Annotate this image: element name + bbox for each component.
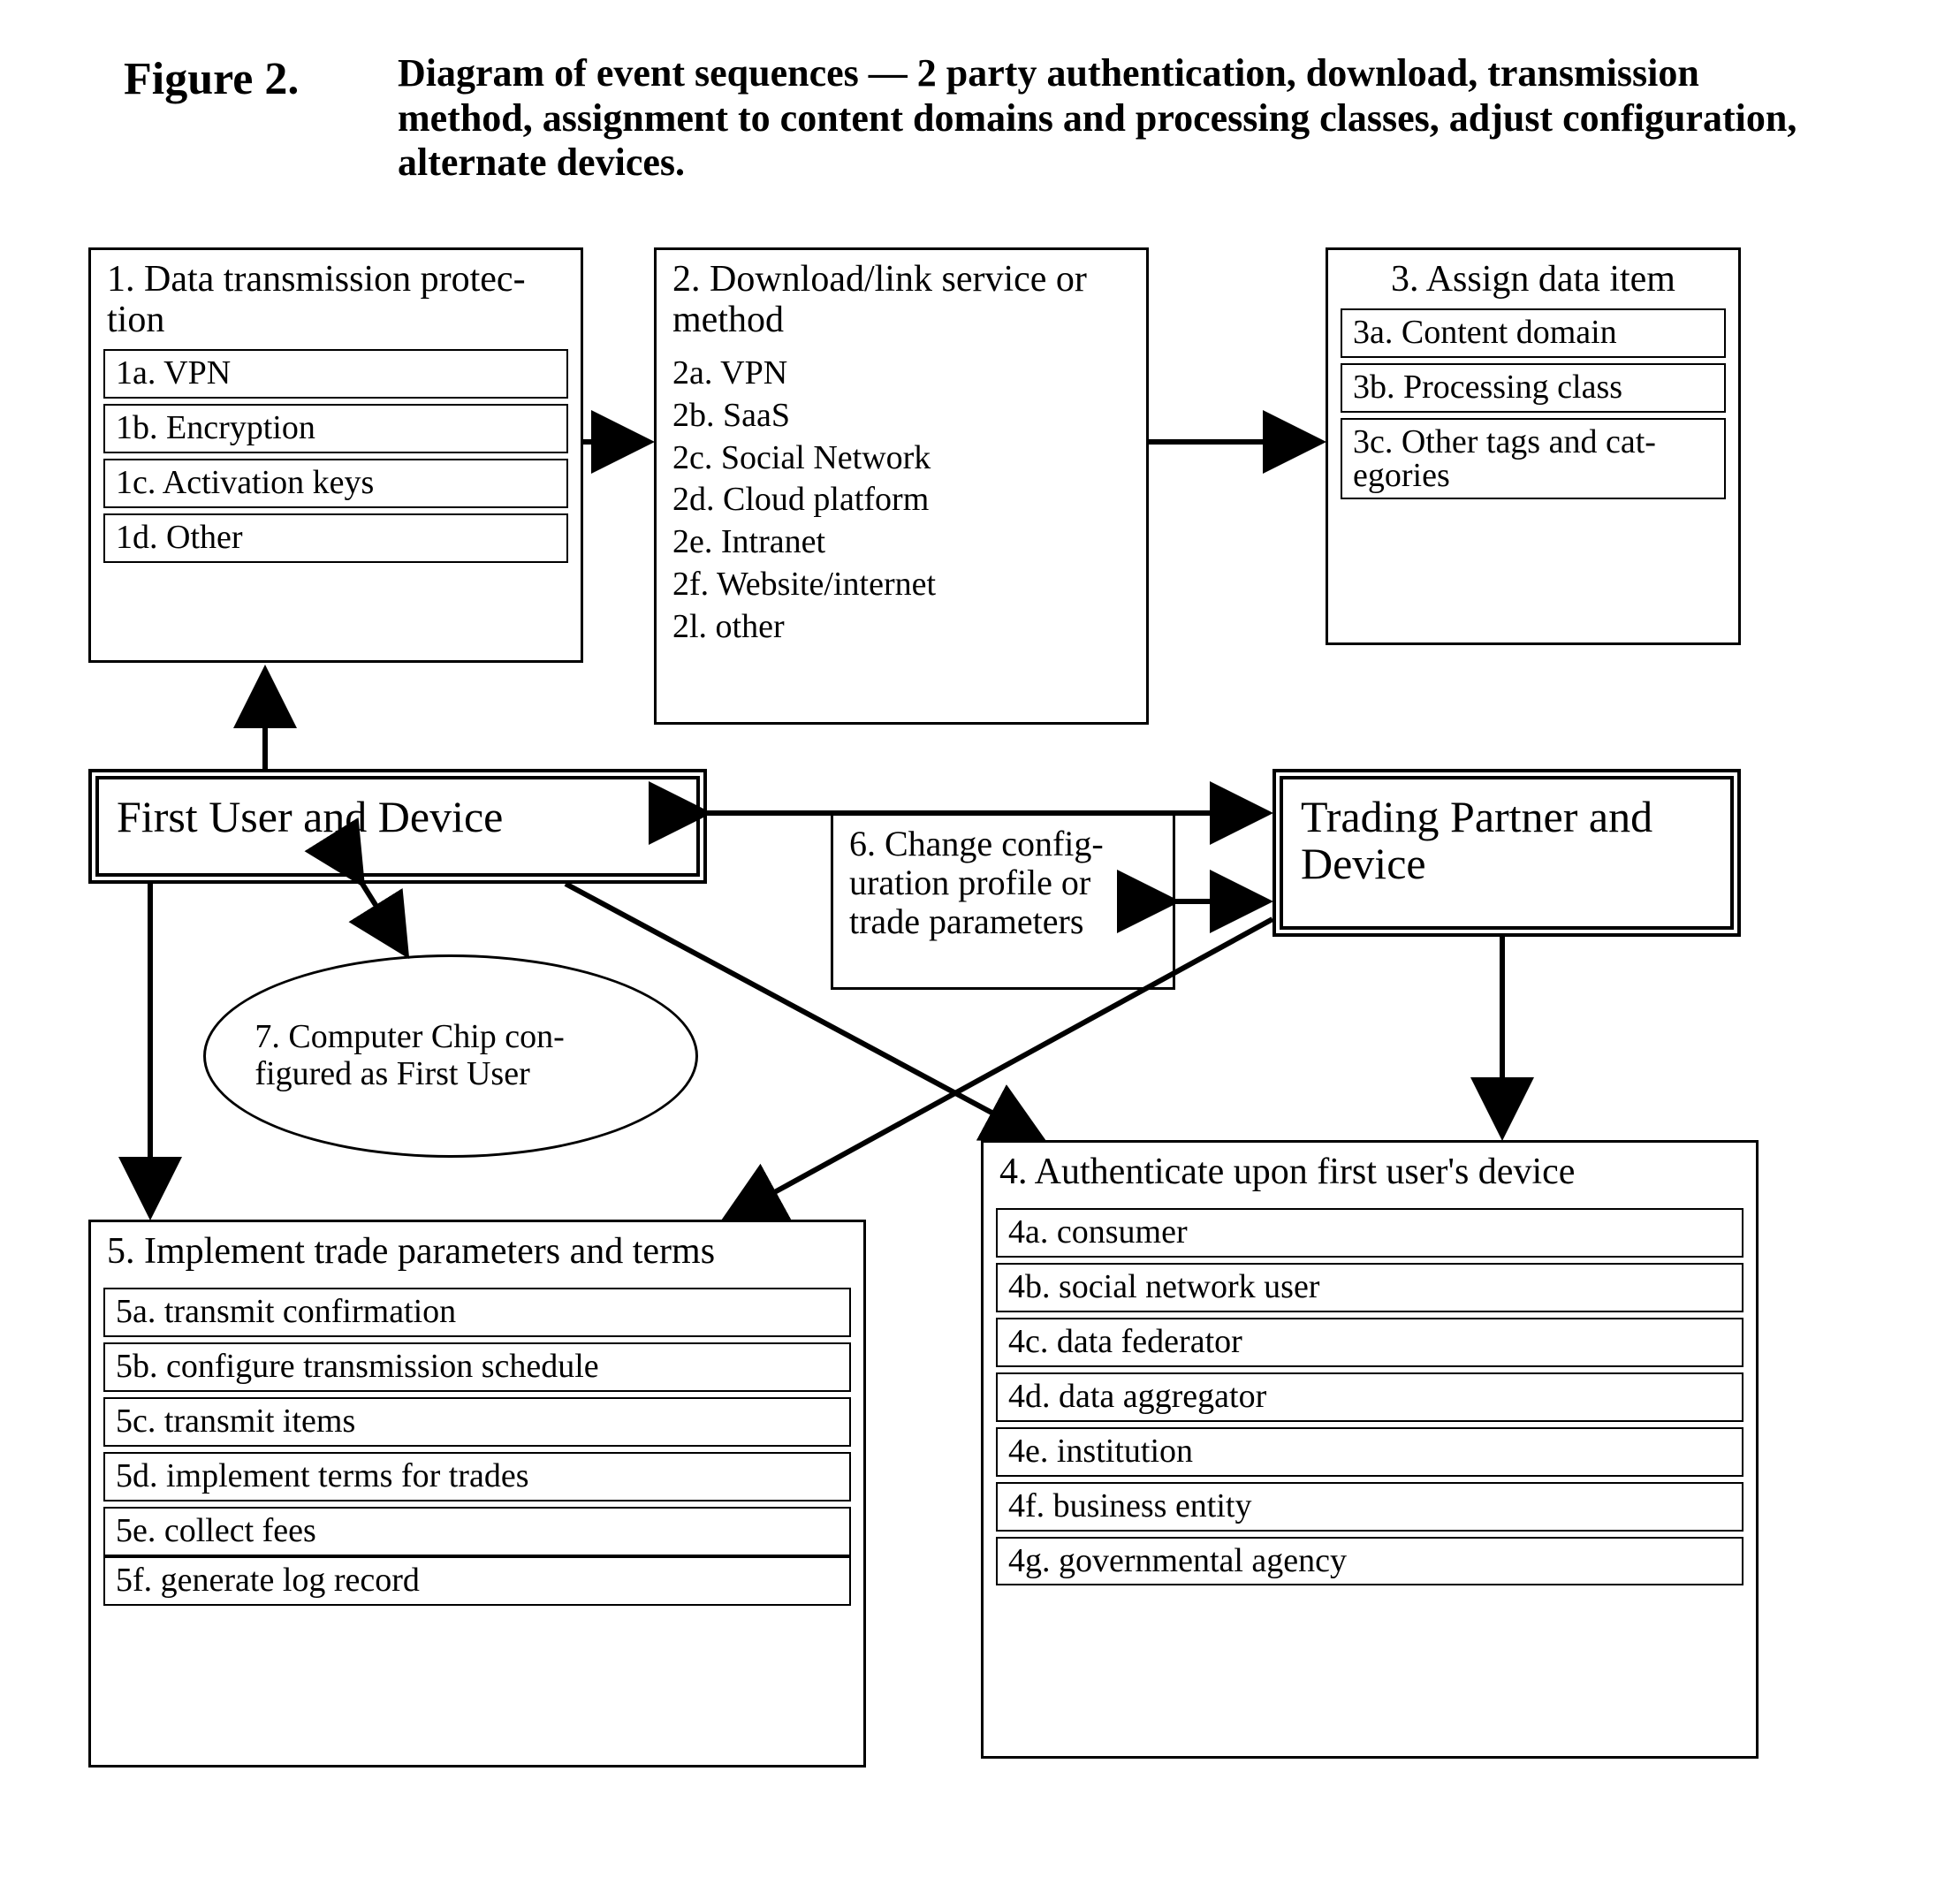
box-4f: 4f. business entity bbox=[996, 1482, 1743, 1532]
box-5: 5. Implement trade parameters and terms … bbox=[88, 1220, 866, 1768]
box-3-title: 3. Assign data item bbox=[1328, 250, 1738, 303]
actor-first-user: First User and Device bbox=[88, 769, 707, 884]
actor-first-label: First User and Device bbox=[92, 772, 703, 862]
box-4d: 4d. data aggregator bbox=[996, 1372, 1743, 1422]
box-3: 3. Assign data item 3a. Content domain 3… bbox=[1326, 247, 1741, 645]
box-1b: 1b. Encryption bbox=[103, 404, 568, 453]
box-6-title: 6. Change config­uration profile or trad… bbox=[833, 816, 1173, 945]
box-6: 6. Change config­uration profile or trad… bbox=[831, 813, 1175, 990]
box-2e: 2e. Intranet bbox=[657, 521, 1146, 564]
box-3a: 3a. Content domain bbox=[1341, 308, 1726, 358]
box-1d: 1d. Other bbox=[103, 513, 568, 563]
box-4b: 4b. social network user bbox=[996, 1263, 1743, 1312]
box-2f: 2f. Website/internet bbox=[657, 564, 1146, 606]
box-4c: 4c. data federator bbox=[996, 1318, 1743, 1367]
box-4e: 4e. institution bbox=[996, 1427, 1743, 1477]
ellipse-7-text: 7. Computer Chip con­figured as First Us… bbox=[254, 1019, 646, 1093]
box-2-title: 2. Download/link service or method bbox=[657, 250, 1146, 344]
box-2g: 2l. other bbox=[657, 606, 1146, 649]
box-4a: 4a. consumer bbox=[996, 1208, 1743, 1258]
ellipse-7: 7. Computer Chip con­figured as First Us… bbox=[203, 954, 698, 1158]
arrow-first-7 bbox=[362, 884, 406, 954]
box-2: 2. Download/link service or method 2a. V… bbox=[654, 247, 1149, 725]
actor-partner-label: Trading Partner and Device bbox=[1276, 772, 1737, 908]
box-4-title: 4. Authenticate upon first user's device bbox=[984, 1143, 1756, 1196]
box-4g: 4g. governmental agency bbox=[996, 1537, 1743, 1586]
box-3b: 3b. Processing class bbox=[1341, 363, 1726, 413]
box-5b: 5b. configure transmission schedule bbox=[103, 1342, 851, 1392]
box-5d: 5d. implement terms for trades bbox=[103, 1452, 851, 1501]
box-5e: 5e. collect fees bbox=[103, 1507, 851, 1556]
box-2d: 2d. Cloud platform bbox=[657, 479, 1146, 521]
box-3c: 3c. Other tags and cat­egories bbox=[1341, 418, 1726, 499]
figure-caption: Diagram of event sequences — 2 party aut… bbox=[398, 51, 1812, 186]
box-2a: 2a. VPN bbox=[657, 353, 1146, 395]
figure-label: Figure 2. bbox=[124, 53, 299, 105]
box-1: 1. Data transmission protec­tion 1a. VPN… bbox=[88, 247, 583, 663]
box-1a: 1a. VPN bbox=[103, 349, 568, 399]
box-1c: 1c. Activation keys bbox=[103, 459, 568, 508]
box-5a: 5a. transmit confirmation bbox=[103, 1288, 851, 1337]
box-5-title: 5. Implement trade parameters and terms bbox=[91, 1222, 863, 1275]
box-5f: 5f. generate log record bbox=[103, 1556, 851, 1606]
box-5c: 5c. transmit items bbox=[103, 1397, 851, 1447]
box-1-title: 1. Data transmission protec­tion bbox=[91, 250, 581, 344]
box-2c: 2c. Social Network bbox=[657, 437, 1146, 480]
actor-trading-partner: Trading Partner and Device bbox=[1272, 769, 1741, 937]
box-4: 4. Authenticate upon first user's device… bbox=[981, 1140, 1759, 1759]
page: Figure 2. Diagram of event sequences — 2… bbox=[0, 0, 1960, 1893]
box-2b: 2b. SaaS bbox=[657, 395, 1146, 437]
